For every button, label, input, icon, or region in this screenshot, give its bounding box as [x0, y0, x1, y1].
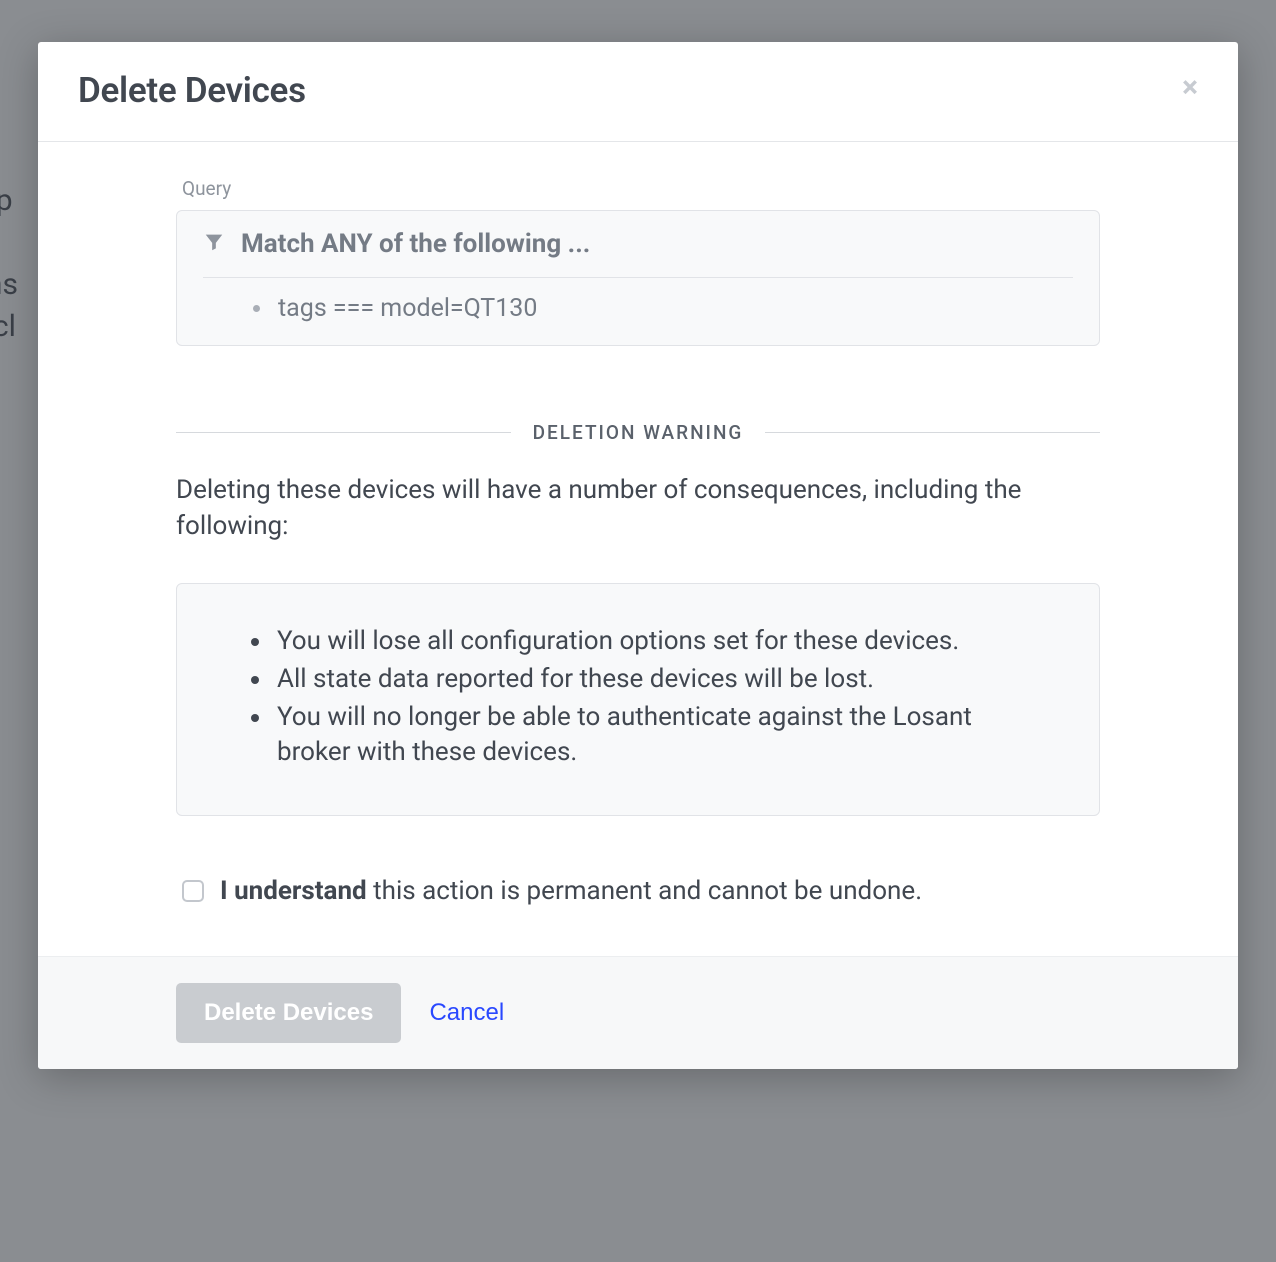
modal-footer: Delete Devices Cancel [38, 956, 1238, 1069]
acknowledge-strong: I understand [220, 876, 367, 906]
query-heading: Match ANY of the following ... [203, 229, 1073, 278]
acknowledge-text: I understand this action is permanent an… [220, 876, 922, 906]
divider-line [765, 432, 1100, 433]
modal-title: Delete Devices [78, 70, 306, 111]
query-list: tags === model=QT130 [203, 294, 1073, 323]
modal-header: Delete Devices × [38, 42, 1238, 142]
query-box: Match ANY of the following ... tags === … [176, 210, 1100, 346]
cancel-button[interactable]: Cancel [429, 999, 504, 1027]
query-item: tags === model=QT130 [253, 294, 1073, 323]
delete-devices-button[interactable]: Delete Devices [176, 983, 401, 1043]
warning-intro: Deleting these devices will have a numbe… [176, 472, 1100, 545]
query-item-text: tags === model=QT130 [278, 294, 537, 323]
consequences-box: You will lose all configuration options … [176, 583, 1100, 817]
divider-label: DELETION WARNING [511, 421, 766, 444]
background-text-left: rep ens s cl [0, 180, 18, 348]
consequence-item: You will no longer be able to authentica… [239, 700, 1037, 772]
query-heading-text: Match ANY of the following ... [241, 229, 590, 259]
acknowledge-row: I understand this action is permanent an… [176, 876, 1100, 906]
delete-devices-modal: Delete Devices × Query Match ANY of the … [38, 42, 1238, 1069]
consequences-list: You will lose all configuration options … [239, 624, 1037, 772]
acknowledge-checkbox[interactable] [182, 880, 204, 902]
modal-body: Query Match ANY of the following ... tag… [38, 142, 1238, 956]
bullet-icon [253, 305, 260, 312]
query-label: Query [176, 177, 1100, 200]
filter-icon [203, 231, 225, 257]
acknowledge-rest: this action is permanent and cannot be u… [367, 876, 922, 906]
divider-line [176, 432, 511, 433]
close-icon[interactable]: × [1182, 70, 1198, 103]
consequence-item: All state data reported for these device… [239, 662, 1037, 698]
consequence-item: You will lose all configuration options … [239, 624, 1037, 660]
warning-divider: DELETION WARNING [176, 421, 1100, 444]
